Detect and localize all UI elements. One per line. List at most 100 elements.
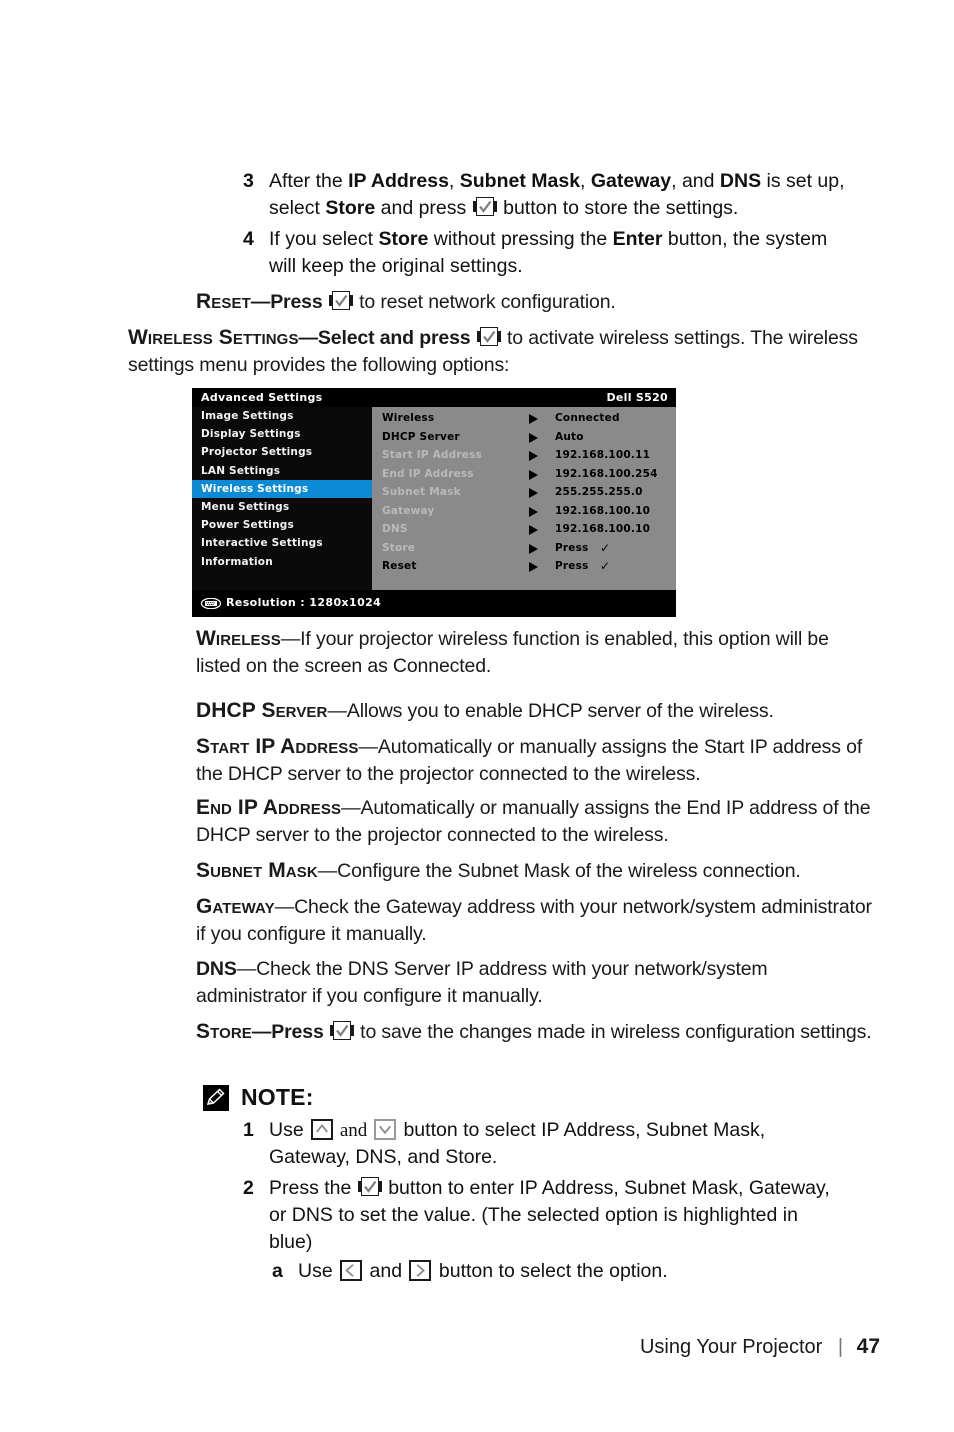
text-run: and [335, 1120, 373, 1141]
chevron-right-icon [529, 469, 538, 480]
chevron-right-icon [529, 414, 538, 424]
osd-setting-value: Press [555, 560, 589, 572]
list-item: 3 After the IP Address, Subnet Mask, Gat… [243, 168, 863, 222]
osd-menu-item[interactable]: Interactive Settings [192, 534, 372, 552]
osd-menu-list: Image Settings Display Settings Projector … [192, 407, 372, 590]
footer-section-title: Using Your Projector [639, 1336, 823, 1358]
text-run: After the [269, 170, 349, 192]
text-run: DNS [719, 170, 762, 192]
vga-connector-icon [201, 598, 221, 609]
definition-body: —Allows you to enable DHCP server of the… [327, 700, 774, 722]
osd-setting-value: 255.255.255.0 [555, 486, 643, 498]
osd-menu-item[interactable]: Image Settings [192, 407, 372, 425]
definition-term: Wireless Settings [128, 326, 299, 349]
osd-setting-row[interactable]: Subnet Mask 255.255.255.0 [372, 483, 676, 502]
text-run: IP Address [348, 170, 449, 192]
definition-dns: DNS—Check the DNS Server IP address with… [196, 956, 876, 1010]
store-definition: Store—Press to save the changes made in … [196, 1018, 886, 1046]
footer-separator: | [837, 1336, 844, 1358]
definition-term: End IP Address [196, 796, 342, 819]
definition-term: Start IP Address [196, 735, 359, 758]
osd-menu-item[interactable]: Display Settings [192, 425, 372, 443]
text-run: —Press [250, 291, 328, 313]
osd-settings-list: Wireless Connected DHCP Server Auto Start IP… [372, 407, 676, 590]
osd-resolution-text: Resolution : 1280x1024 [226, 596, 382, 609]
note-label: NOTE: [241, 1084, 314, 1110]
osd-setting-value: 192.168.100.11 [555, 449, 651, 461]
page-number: 47 [856, 1335, 880, 1358]
wireless-settings-definition: Wireless Settings—Select and press to ac… [128, 324, 868, 379]
osd-setting-value: Auto [555, 430, 584, 443]
osd-setting-value: 192.168.100.10 [555, 523, 651, 535]
osd-menu-item[interactable]: Wireless Settings [192, 479, 372, 498]
text-run: Gateway [590, 170, 672, 192]
osd-setting-row[interactable]: Wireless Connected [372, 409, 676, 428]
osd-menu-item[interactable]: LAN Settings [192, 462, 372, 480]
osd-setting-row[interactable]: Gateway 192.168.100.10 [372, 502, 676, 521]
text-run: , [448, 170, 460, 192]
enter-button-icon [476, 327, 501, 348]
text-run: button to select the option. [433, 1260, 668, 1282]
osd-setting-label: Store [382, 541, 416, 554]
osd-setting-row[interactable]: Store Press ✓ [372, 539, 676, 558]
text-run: —Press [251, 1021, 329, 1043]
definition-end-ip-address: End IP Address—Automatically or manually… [196, 794, 896, 849]
enter-button-icon [328, 291, 353, 312]
definition-start-ip-address: Start IP Address—Automatically or manual… [196, 733, 886, 788]
definition-term: Reset [196, 290, 251, 313]
text-run: Store [378, 228, 429, 250]
enter-button-icon [472, 197, 497, 218]
definition-term: DHCP Server [196, 699, 328, 722]
list-number: 4 [243, 228, 254, 250]
osd-menu-item[interactable]: Menu Settings [192, 498, 372, 516]
osd-setting-row[interactable]: Reset Press ✓ [372, 557, 676, 576]
osd-setting-row[interactable]: DHCP Server Auto [372, 428, 676, 447]
osd-setting-value: Connected [555, 412, 620, 424]
list-text: Press the button to enter IP Address, Su… [269, 1175, 843, 1256]
definition-wireless: Wireless—If your projector wireless func… [196, 625, 876, 680]
text-run: Enter [612, 228, 663, 250]
text-run: and [364, 1260, 408, 1282]
text-run: , [580, 170, 591, 192]
text-run: to save the changes made in wireless con… [354, 1021, 872, 1043]
osd-setting-label: Wireless [382, 412, 435, 424]
osd-setting-row[interactable]: DNS 192.168.100.10 [372, 520, 676, 539]
list-number: 1 [243, 1119, 254, 1141]
osd-setting-value: 192.168.100.254 [555, 467, 658, 480]
list-item: 4 If you select Store without pressing t… [243, 226, 843, 280]
osd-menu-item[interactable]: Projector Settings [192, 443, 372, 461]
definition-term: Gateway [196, 895, 275, 918]
osd-setting-value: 192.168.100.10 [555, 504, 651, 517]
osd-setting-label: DHCP Server [382, 430, 460, 443]
definition-body: —If your projector wireless function is … [196, 628, 829, 677]
osd-setting-label: DNS [382, 523, 408, 535]
osd-setting-value: Press [555, 541, 589, 554]
osd-setting-row[interactable]: End IP Address 192.168.100.254 [372, 465, 676, 484]
chevron-right-icon [529, 488, 538, 498]
text-run: Press the [269, 1177, 357, 1199]
text-run: to reset network configuration. [353, 291, 616, 313]
reset-definition: Reset—Press to reset network configurati… [196, 288, 876, 316]
list-text: If you select Store without pressing the… [269, 226, 843, 280]
text-run: , and [671, 170, 720, 192]
osd-setting-label: Reset [382, 560, 417, 572]
chevron-right-icon [529, 525, 538, 535]
text-run: If you select [269, 228, 379, 250]
osd-menu-item[interactable]: Information [192, 553, 372, 571]
osd-screenshot-figure: Advanced Settings Dell S520 Image Settin… [192, 388, 676, 617]
chevron-right-icon [529, 451, 538, 461]
osd-setting-label: Gateway [382, 504, 435, 517]
checkmark-icon: ✓ [600, 540, 611, 555]
chevron-right-icon [529, 432, 538, 443]
chevron-right-icon [529, 543, 538, 554]
osd-setting-row[interactable]: Start IP Address 192.168.100.11 [372, 446, 676, 465]
osd-header: Advanced Settings Dell S520 [192, 388, 676, 407]
definition-subnet-mask: Subnet Mask—Configure the Subnet Mask of… [196, 857, 896, 885]
definition-body: —Check the Gateway address with your net… [196, 896, 872, 945]
page-footer: Using Your Projector | 47 [0, 1335, 880, 1359]
text-run: Store [325, 197, 376, 219]
pencil-note-icon [203, 1085, 229, 1111]
list-number: a [272, 1260, 283, 1282]
definition-dhcp-server: DHCP Server—Allows you to enable DHCP se… [196, 697, 886, 725]
osd-menu-item[interactable]: Power Settings [192, 516, 372, 534]
